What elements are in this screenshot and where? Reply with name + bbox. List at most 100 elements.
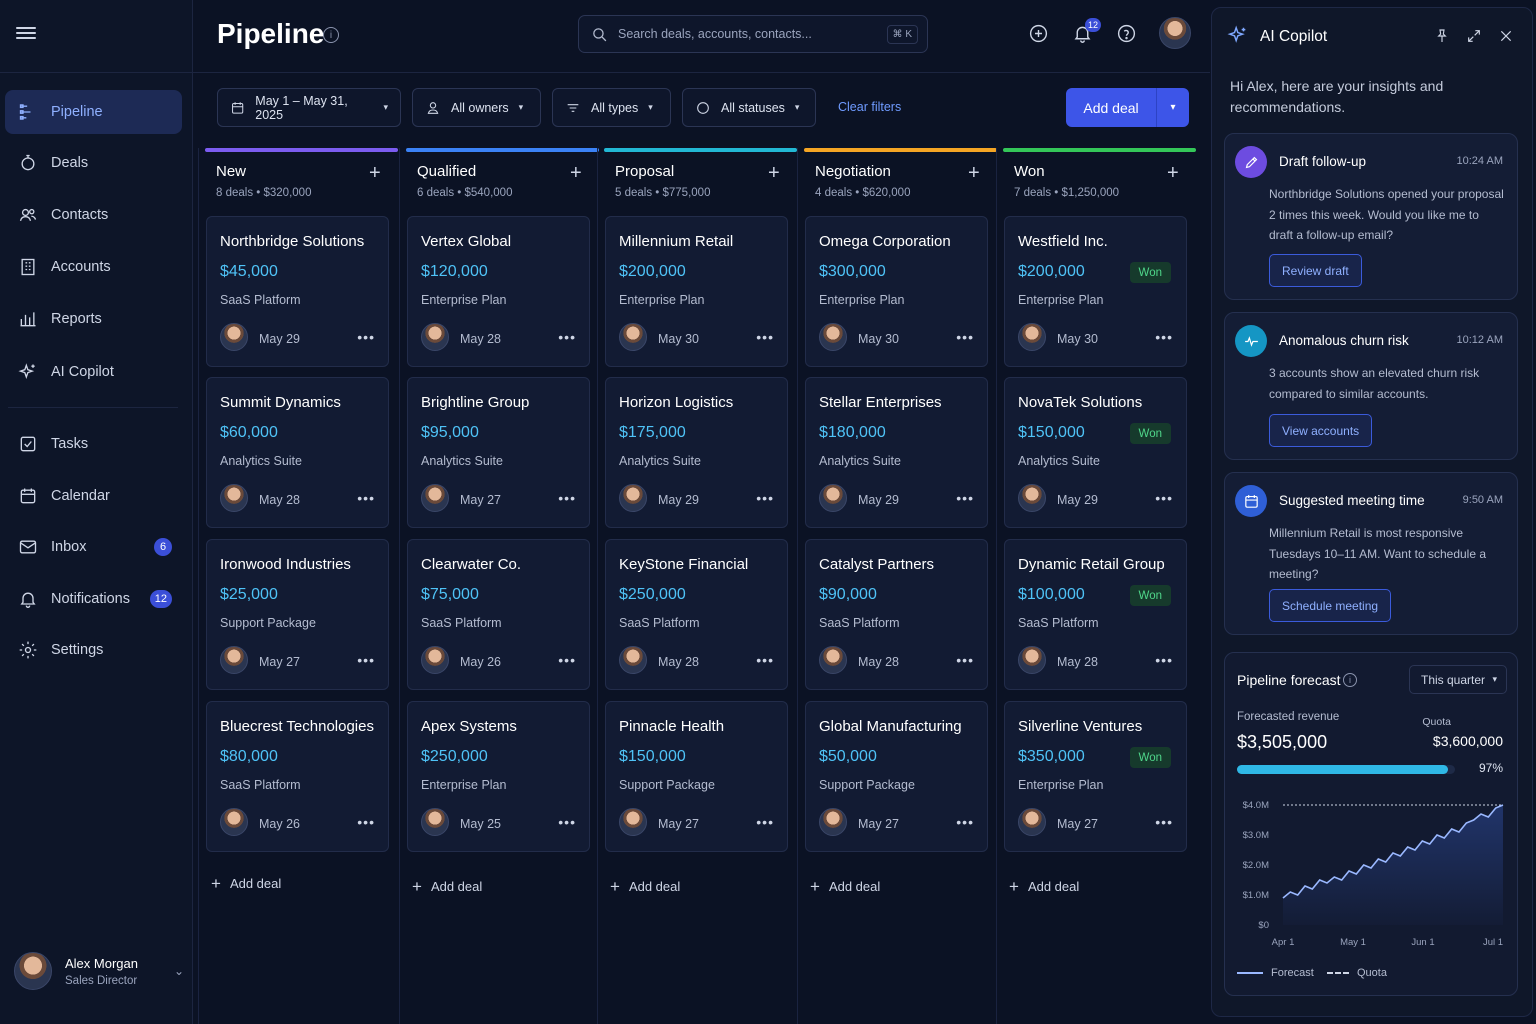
deal-card[interactable]: Horizon Logistics $175,000 Analytics Sui… xyxy=(605,377,788,528)
column-summary: 5 deals • $775,000 xyxy=(615,187,711,199)
deal-card[interactable]: Vertex Global $120,000 Enterprise Plan M… xyxy=(407,216,590,367)
sidebar-item-label: AI Copilot xyxy=(51,364,114,380)
more-icon[interactable]: ••• xyxy=(1155,814,1173,830)
deal-card[interactable]: Clearwater Co. $75,000 SaaS Platform May… xyxy=(407,539,590,690)
more-icon[interactable]: ••• xyxy=(756,490,774,506)
deal-card[interactable]: Dynamic Retail Group $100,000 SaaS Platf… xyxy=(1004,539,1187,690)
statuses-filter[interactable]: All statuses ▾ xyxy=(682,88,816,127)
add-deal-link[interactable]: + Add deal xyxy=(610,877,680,897)
more-icon[interactable]: ••• xyxy=(357,329,375,345)
insight-action-button[interactable]: Review draft xyxy=(1269,254,1362,287)
more-icon[interactable]: ••• xyxy=(756,814,774,830)
deal-card[interactable]: NovaTek Solutions $150,000 Analytics Sui… xyxy=(1004,377,1187,528)
add-column-deal-icon[interactable]: + xyxy=(1167,162,1179,185)
quota-progress-percent: 97% xyxy=(1478,761,1503,775)
expand-icon[interactable] xyxy=(1466,28,1482,44)
sidebar-item-contacts[interactable]: Contacts xyxy=(5,193,182,237)
deal-card[interactable]: Apex Systems $250,000 Enterprise Plan Ma… xyxy=(407,701,590,852)
user-menu[interactable]: Alex Morgan Sales Director ⌄ xyxy=(14,948,184,994)
quota-label: Quota xyxy=(1422,716,1451,728)
sidebar-item-accounts[interactable]: Accounts xyxy=(5,245,182,289)
more-icon[interactable]: ••• xyxy=(956,329,974,345)
info-icon[interactable]: i xyxy=(323,27,339,43)
add-column-deal-icon[interactable]: + xyxy=(570,162,582,185)
chevron-down-icon: ▾ xyxy=(518,102,524,112)
deal-date: May 29 xyxy=(658,493,699,507)
deal-card[interactable]: Stellar Enterprises $180,000 Analytics S… xyxy=(805,377,988,528)
add-column-deal-icon[interactable]: + xyxy=(968,162,980,185)
deal-plan: Enterprise Plan xyxy=(1018,778,1104,792)
period-select[interactable]: This quarter ▾ xyxy=(1409,665,1507,694)
date-range-filter[interactable]: May 1 – May 31, 2025 ▾ xyxy=(217,88,401,127)
more-icon[interactable]: ••• xyxy=(1155,490,1173,506)
more-icon[interactable]: ••• xyxy=(558,490,576,506)
owners-filter[interactable]: All owners ▾ xyxy=(412,88,541,127)
search-input[interactable] xyxy=(618,27,868,41)
more-icon[interactable]: ••• xyxy=(756,652,774,668)
help-icon[interactable] xyxy=(1115,22,1137,44)
chevron-down-icon: ▾ xyxy=(794,102,800,112)
close-icon[interactable] xyxy=(1498,28,1514,44)
search-box[interactable]: ⌘ K xyxy=(578,15,928,53)
pipeline-forecast-card: Pipeline forecast i This quarter ▾ Foreca… xyxy=(1224,652,1518,996)
deal-card[interactable]: Brightline Group $95,000 Analytics Suite… xyxy=(407,377,590,528)
more-icon[interactable]: ••• xyxy=(956,652,974,668)
chevron-down-icon[interactable]: ▾ xyxy=(1157,102,1189,113)
sidebar-item-reports[interactable]: Reports xyxy=(5,297,182,341)
sidebar-item-notifications[interactable]: Notifications 12 xyxy=(5,577,182,621)
chevron-down-icon[interactable]: ⌄ xyxy=(174,964,184,978)
deal-card[interactable]: Millennium Retail $200,000 Enterprise Pl… xyxy=(605,216,788,367)
add-deal-link[interactable]: + Add deal xyxy=(211,874,281,894)
deal-card[interactable]: Summit Dynamics $60,000 Analytics Suite … xyxy=(206,377,389,528)
deal-card[interactable]: Catalyst Partners $90,000 SaaS Platform … xyxy=(805,539,988,690)
more-icon[interactable]: ••• xyxy=(1155,329,1173,345)
clear-filters-link[interactable]: Clear filters xyxy=(838,100,901,114)
more-icon[interactable]: ••• xyxy=(357,490,375,506)
deal-card[interactable]: Westfield Inc. $200,000 Enterprise Plan … xyxy=(1004,216,1187,367)
sidebar-item-settings[interactable]: Settings xyxy=(5,628,182,672)
deal-card[interactable]: Northbridge Solutions $45,000 SaaS Platf… xyxy=(206,216,389,367)
profile-avatar[interactable] xyxy=(1159,17,1191,49)
deal-card[interactable]: Ironwood Industries $25,000 Support Pack… xyxy=(206,539,389,690)
sidebar-item-inbox[interactable]: Inbox 6 xyxy=(5,525,182,569)
more-icon[interactable]: ••• xyxy=(956,490,974,506)
more-icon[interactable]: ••• xyxy=(1155,652,1173,668)
deal-card[interactable]: Omega Corporation $300,000 Enterprise Pl… xyxy=(805,216,988,367)
insight-action-button[interactable]: View accounts xyxy=(1269,414,1373,447)
sidebar-item-tasks[interactable]: Tasks xyxy=(5,422,182,466)
more-icon[interactable]: ••• xyxy=(558,652,576,668)
add-column-deal-icon[interactable]: + xyxy=(369,162,381,185)
owner-avatar xyxy=(421,646,449,674)
info-icon[interactable]: i xyxy=(1343,673,1357,687)
types-filter[interactable]: All types ▾ xyxy=(552,88,671,127)
add-column-deal-icon[interactable]: + xyxy=(768,162,780,185)
add-deal-link[interactable]: + Add deal xyxy=(412,877,482,897)
sidebar-item-ai-copilot[interactable]: AI Copilot xyxy=(5,350,182,394)
more-icon[interactable]: ••• xyxy=(756,329,774,345)
deal-card[interactable]: Silverline Ventures $350,000 Enterprise … xyxy=(1004,701,1187,852)
more-icon[interactable]: ••• xyxy=(357,652,375,668)
more-icon[interactable]: ••• xyxy=(956,814,974,830)
deal-card[interactable]: Pinnacle Health $150,000 Support Package… xyxy=(605,701,788,852)
more-icon[interactable]: ••• xyxy=(558,329,576,345)
add-deal-link[interactable]: + Add deal xyxy=(1009,877,1079,897)
add-icon[interactable] xyxy=(1027,22,1049,44)
column-header: Negotiation 4 deals • $620,000 xyxy=(815,163,910,199)
more-icon[interactable]: ••• xyxy=(558,814,576,830)
more-icon[interactable]: ••• xyxy=(357,814,375,830)
won-badge: Won xyxy=(1129,585,1171,606)
shortcut-hint: ⌘ K xyxy=(886,25,918,44)
deal-plan: Analytics Suite xyxy=(220,454,302,468)
sidebar-item-pipeline[interactable]: Pipeline xyxy=(5,90,182,134)
sidebar-item-deals[interactable]: Deals xyxy=(5,141,182,185)
deal-card[interactable]: Global Manufacturing $50,000 Support Pac… xyxy=(805,701,988,852)
deal-card[interactable]: Bluecrest Technologies $80,000 SaaS Plat… xyxy=(206,701,389,852)
add-deal-link[interactable]: + Add deal xyxy=(810,877,880,897)
pin-icon[interactable] xyxy=(1434,28,1450,44)
menu-icon[interactable] xyxy=(16,24,36,42)
insight-action-button[interactable]: Schedule meeting xyxy=(1269,589,1392,622)
deal-card[interactable]: KeyStone Financial $250,000 SaaS Platfor… xyxy=(605,539,788,690)
owner-avatar xyxy=(220,646,248,674)
sidebar-item-calendar[interactable]: Calendar xyxy=(5,474,182,518)
add-deal-button[interactable]: Add deal ▾ xyxy=(1066,88,1189,127)
